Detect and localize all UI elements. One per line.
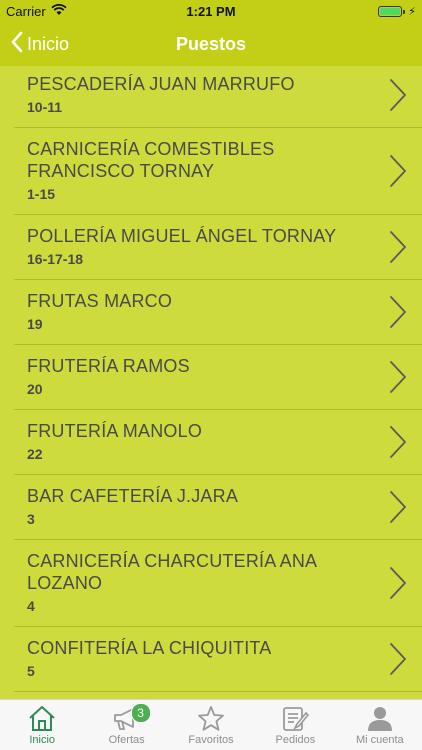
stall-row[interactable]: POLLERÍA MIGUEL ÁNGEL TORNAY 16-17-18: [14, 215, 422, 280]
tab-label: Mi cuenta: [355, 734, 404, 746]
stall-row[interactable]: FRUTERÍA MANOLO 22: [14, 410, 422, 475]
stall-name: FRUTERÍA RAMOS: [27, 356, 190, 376]
stall-number: 19: [27, 316, 43, 332]
home-icon: [27, 705, 57, 732]
stall-list[interactable]: PESCADERÍA JUAN MARRUFO 10-11 CARNICERÍA C…: [0, 66, 422, 700]
stall-row[interactable]: FRUTAS MARCO 19: [14, 280, 422, 345]
tab-label: Ofertas: [108, 734, 145, 746]
stall-number: 1-15: [27, 186, 56, 202]
stall-name: PESCADERÍA JUAN MARRUFO: [27, 74, 295, 94]
stall-name: CARNICERÍA COMESTIBLES FRANCISCO TORNAY: [27, 139, 275, 181]
stall-row[interactable]: FRUTERÍA RAMOS 20: [14, 345, 422, 410]
stall-row[interactable]: CONFITERÍA LA CHIQUITITA 5: [14, 627, 422, 692]
back-button[interactable]: Inicio: [10, 22, 69, 66]
stall-name: CONFITERÍA LA CHIQUITITA: [27, 638, 272, 658]
stall-row[interactable]: BAR CAFETERÍA J.JARA 3: [14, 475, 422, 540]
status-time: 1:21 PM: [186, 4, 236, 19]
stall-number: 10-11: [27, 99, 63, 115]
stall-name: CARNICERÍA CHARCUTERÍA ANA LOZANO: [27, 551, 317, 593]
chevron-right-icon: [388, 490, 408, 529]
stall-number: 4: [27, 598, 35, 614]
stall-number: 3: [27, 511, 35, 527]
stall-number: 5: [27, 663, 35, 679]
stall-name: FRUTERÍA MANOLO: [27, 421, 203, 441]
chevron-right-icon: [388, 154, 408, 193]
star-icon: [197, 705, 225, 732]
tab-label: Inicio: [29, 734, 56, 746]
stall-number: 16-17-18: [27, 251, 84, 267]
chevron-right-icon: [388, 230, 408, 269]
stall-row[interactable]: CARNICERÍA CHARCUTERÍA ANA LOZANO 4: [14, 540, 422, 627]
stall-row[interactable]: CARNICERÍA COMESTIBLES FRANCISCO TORNAY 1…: [14, 128, 422, 215]
stall-name: FRUTAS MARCO: [27, 291, 173, 311]
chevron-left-icon: [10, 31, 27, 58]
tab-label: Favoritos: [188, 734, 234, 746]
chevron-right-icon: [388, 295, 408, 334]
tab-bar: Inicio 3 Ofertas Favoritos Pedidos Mi cu…: [0, 699, 422, 750]
chevron-right-icon: [388, 642, 408, 681]
stall-name: POLLERÍA MIGUEL ÁNGEL TORNAY: [27, 226, 337, 246]
stall-number: 22: [27, 446, 43, 462]
tab-favoritos[interactable]: Favoritos: [169, 700, 253, 750]
user-icon: [366, 705, 394, 732]
charging-icon: ⚡: [408, 6, 416, 18]
orders-icon: [280, 705, 310, 732]
chevron-right-icon: [388, 566, 408, 605]
back-button-label: Inicio: [27, 33, 70, 54]
tab-label: Pedidos: [275, 734, 316, 746]
chevron-right-icon: [388, 425, 408, 464]
tab-mi-cuenta[interactable]: Mi cuenta: [338, 700, 422, 750]
tab-pedidos[interactable]: Pedidos: [253, 700, 337, 750]
navigation-bar: Inicio Puestos: [0, 22, 422, 66]
megaphone-icon: 3: [111, 703, 151, 732]
tab-ofertas[interactable]: 3 Ofertas: [84, 700, 168, 750]
chevron-right-icon: [388, 360, 408, 399]
stall-number: 20: [27, 381, 43, 397]
tab-inicio[interactable]: Inicio: [0, 700, 84, 750]
offers-badge: 3: [130, 703, 151, 723]
status-bar: Carrier 1:21 PM ⚡: [0, 0, 422, 22]
stall-name: BAR CAFETERÍA J.JARA: [27, 486, 239, 506]
chevron-right-icon: [388, 78, 408, 117]
stall-row[interactable]: PESCADERÍA JUAN MARRUFO 10-11: [14, 66, 422, 128]
battery-icon: [378, 6, 406, 17]
